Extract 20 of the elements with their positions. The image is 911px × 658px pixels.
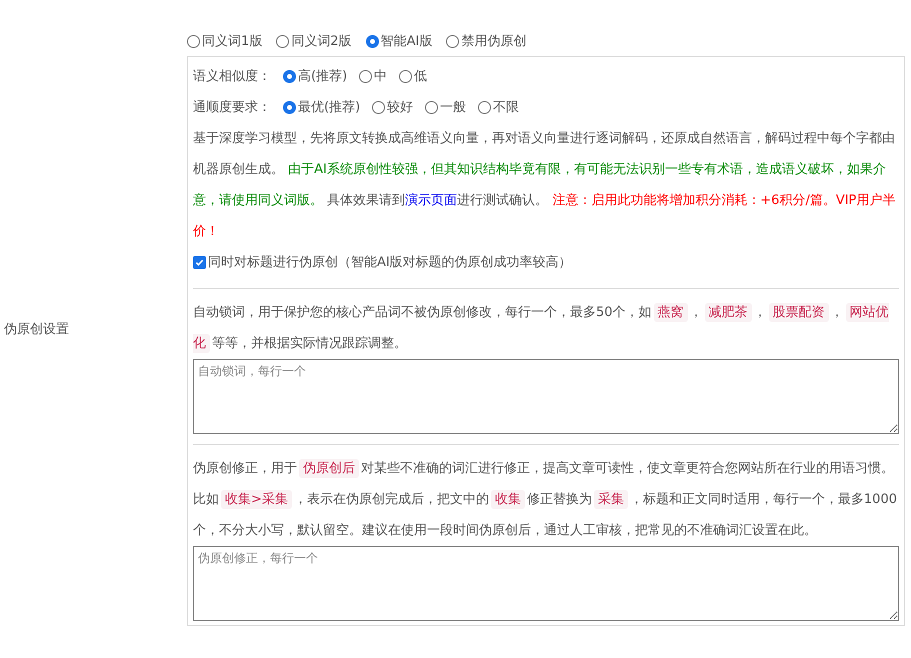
radio-option[interactable]: 低: [399, 61, 428, 92]
section-label: 伪原创设置: [3, 321, 70, 338]
field-label: 通顺度要求：: [193, 99, 271, 117]
corrections-field[interactable]: 伪原创修正，每行一个: [193, 546, 899, 621]
lock-words-field[interactable]: 自动锁词，每行一个: [193, 359, 899, 434]
radio-option[interactable]: 禁用伪原创: [446, 32, 526, 50]
radio-option[interactable]: 最优(推荐): [283, 92, 360, 123]
help-text: 基于深度学习模型，先将原文转换成高维语义向量，再对语义向量进行逐词解码，还原成自然语言，解码过程中每个字都由机器原创生成。 由于AI系统原创性较强，但其知识结构毕竟有限，有可能无法识别一些专有术语，造成语义破坏，如果介意，请使用同义词版。 具体效果请到演示页面进行测试确认。 注意：启用此功能将增加积分消耗：+6积分/篇。VIP用户半价！: [193, 130, 896, 241]
radio-option[interactable]: 高(推荐): [283, 61, 348, 92]
title-checkbox[interactable]: 同时对标题进行伪原创（智能AI版对标题的伪原创成功率较高）: [193, 247, 572, 278]
radio-option[interactable]: 一般: [425, 92, 466, 123]
field-label: 语义相似度：: [193, 68, 271, 86]
help-text: 伪原创修正，用于 伪原创后 对某些不准确的词汇进行修正，提高文章可读性，使文章更符合您网站所在行业的用语习惯。比如 收集>采集 ，表示在伪原创完成后，把文中的 收集 修正替换为 采集 ，标题和正文同时适用，每行一个，最多1000个，不分大小写，默认留空。建议在使用一段时间伪原创后，通过人工审核，把常见的不准确词汇设置在此。: [193, 458, 898, 540]
radio-option[interactable]: 同义词2版: [276, 32, 352, 50]
help-text: 自动锁词，用于保护您的核心产品词不被伪原创修改，每行一个，最多50个，如 燕窝 ， 减肥茶 ， 股票配资 ， 网站优化 等等，并根据实际情况跟踪调整。: [193, 302, 890, 355]
radio-option[interactable]: 智能AI版: [366, 32, 432, 50]
radio-option[interactable]: 较好: [372, 92, 414, 123]
radio-option[interactable]: 同义词1版: [187, 32, 262, 50]
radio-option[interactable]: 不限: [478, 92, 520, 123]
radio-option[interactable]: 中: [359, 61, 388, 92]
